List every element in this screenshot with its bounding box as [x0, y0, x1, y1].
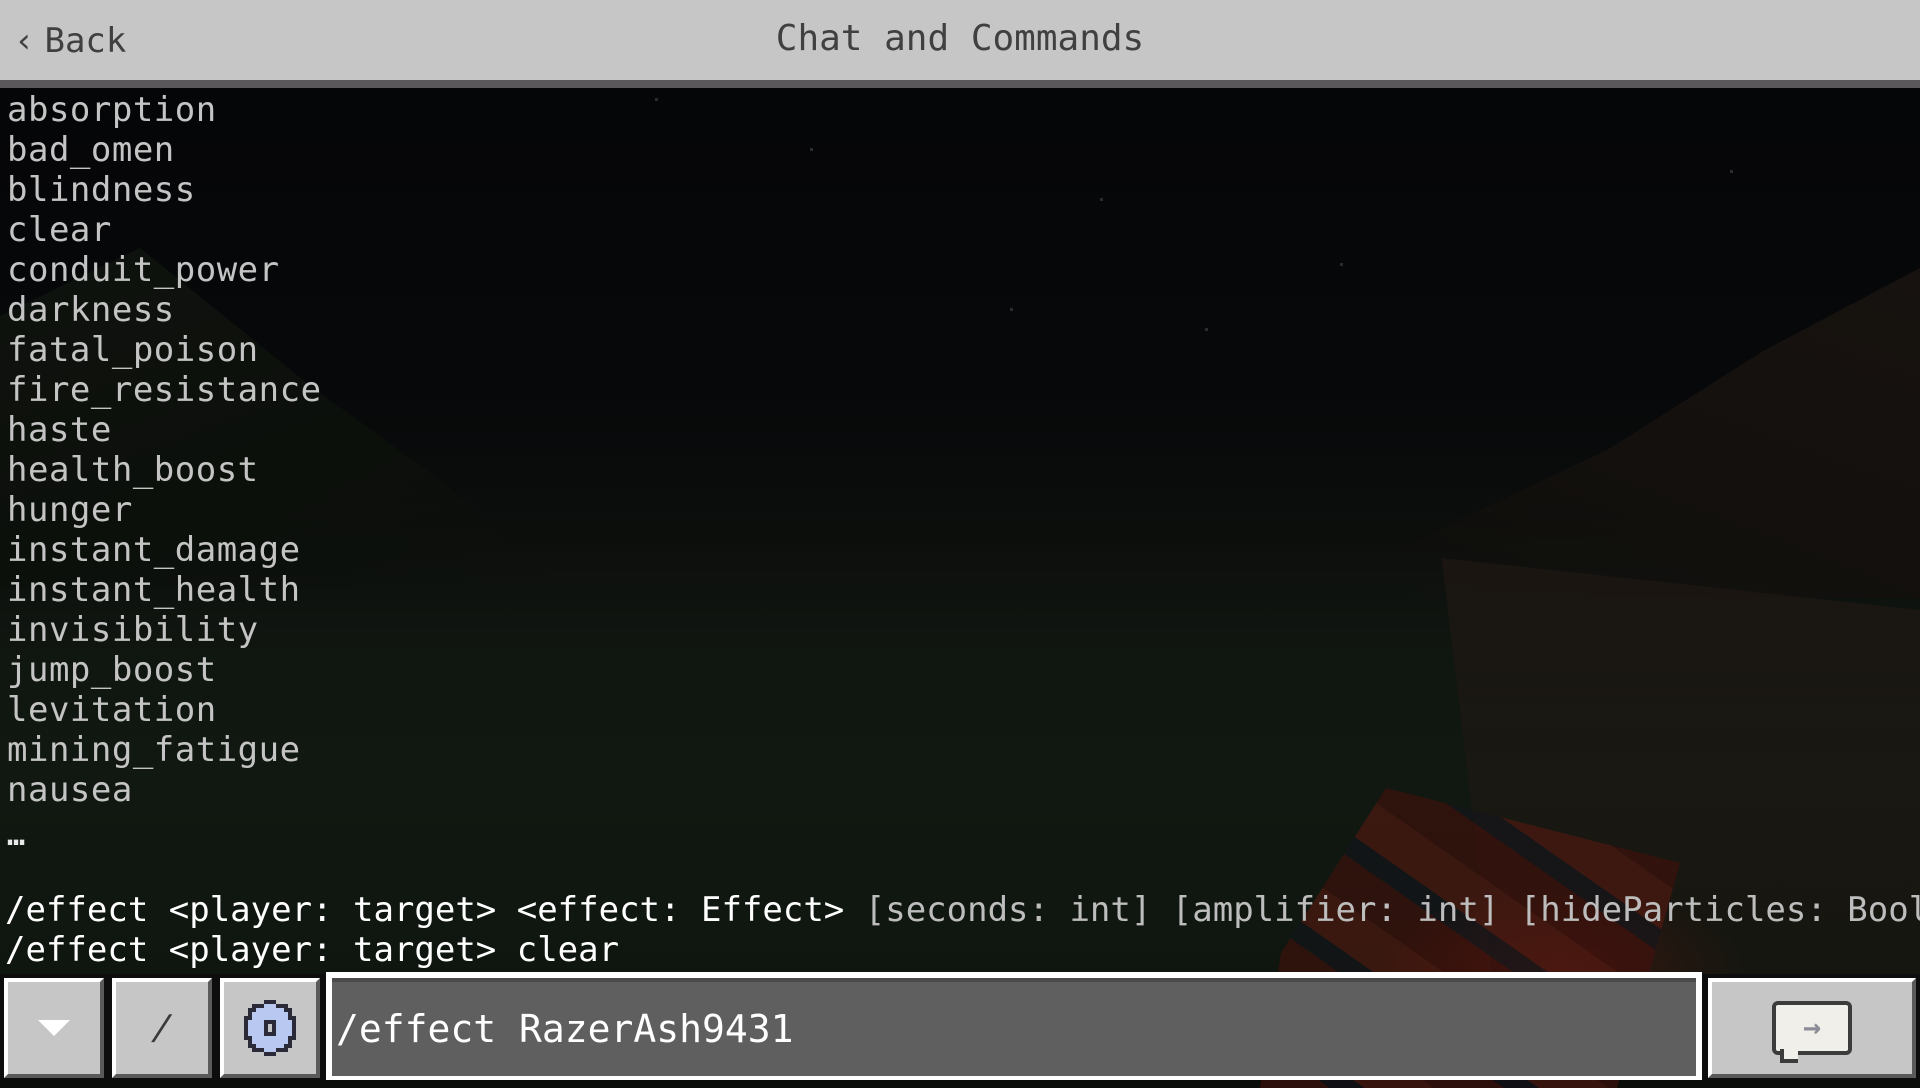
header-bar: ‹ Back Chat and Commands: [0, 0, 1920, 88]
effect-suggestion-list: absorption bad_omen blindness clear conduit_…: [7, 90, 322, 810]
command-usage-line-clear: /effect <player: target> clear: [5, 930, 620, 970]
effect-suggestion-item[interactable]: jump_boost: [7, 650, 322, 690]
command-input-frame: [326, 972, 1702, 1080]
effect-suggestion-item[interactable]: fatal_poison: [7, 330, 322, 370]
effect-suggestion-item[interactable]: instant_health: [7, 570, 322, 610]
effect-suggestion-item[interactable]: fire_resistance: [7, 370, 322, 410]
effect-suggestion-item[interactable]: blindness: [7, 170, 322, 210]
star: [1100, 198, 1103, 201]
star: [1205, 328, 1208, 331]
effect-suggestion-item[interactable]: mining_fatigue: [7, 730, 322, 770]
star: [810, 148, 813, 151]
effect-suggestion-item[interactable]: nausea: [7, 770, 322, 810]
slash-command-button[interactable]: /: [112, 978, 212, 1078]
more-suggestions-indicator: …: [7, 818, 26, 853]
effect-suggestion-item[interactable]: hunger: [7, 490, 322, 530]
speech-bubble-tail: [1780, 1049, 1798, 1063]
effect-suggestion-item[interactable]: health_boost: [7, 450, 322, 490]
star: [1340, 263, 1343, 266]
effect-suggestion-item[interactable]: invisibility: [7, 610, 322, 650]
effect-suggestion-item[interactable]: bad_omen: [7, 130, 322, 170]
slash-icon: /: [148, 1008, 176, 1048]
usage-required-params: /effect <player: target> <effect: Effect…: [5, 890, 845, 930]
triangle-down-icon: [38, 1020, 70, 1036]
page-title: Chat and Commands: [775, 18, 1145, 59]
send-message-button[interactable]: →: [1708, 978, 1916, 1078]
command-input[interactable]: [332, 978, 1696, 1076]
usage-optional-params: [seconds: int] [amplifier: int] [hidePar…: [864, 890, 1920, 930]
arrow-right-icon: →: [1802, 1010, 1822, 1045]
effect-suggestion-item[interactable]: clear: [7, 210, 322, 250]
hill-right: [1400, 268, 1920, 598]
effect-suggestion-item[interactable]: levitation: [7, 690, 322, 730]
effect-suggestion-item[interactable]: haste: [7, 410, 322, 450]
star: [1730, 170, 1733, 173]
gear-icon: [244, 1000, 296, 1056]
effect-suggestion-item[interactable]: instant_damage: [7, 530, 322, 570]
collapse-suggestions-button[interactable]: [4, 978, 104, 1078]
star: [655, 98, 658, 101]
effect-suggestion-item[interactable]: absorption: [7, 90, 322, 130]
command-usage-line: /effect <player: target> <effect: Effect…: [5, 890, 1920, 930]
chat-settings-button[interactable]: [220, 978, 320, 1078]
effect-suggestion-item[interactable]: darkness: [7, 290, 322, 330]
effect-suggestion-item[interactable]: conduit_power: [7, 250, 322, 290]
star: [1010, 308, 1013, 311]
chat-send-arrow-icon: →: [1772, 1001, 1852, 1063]
